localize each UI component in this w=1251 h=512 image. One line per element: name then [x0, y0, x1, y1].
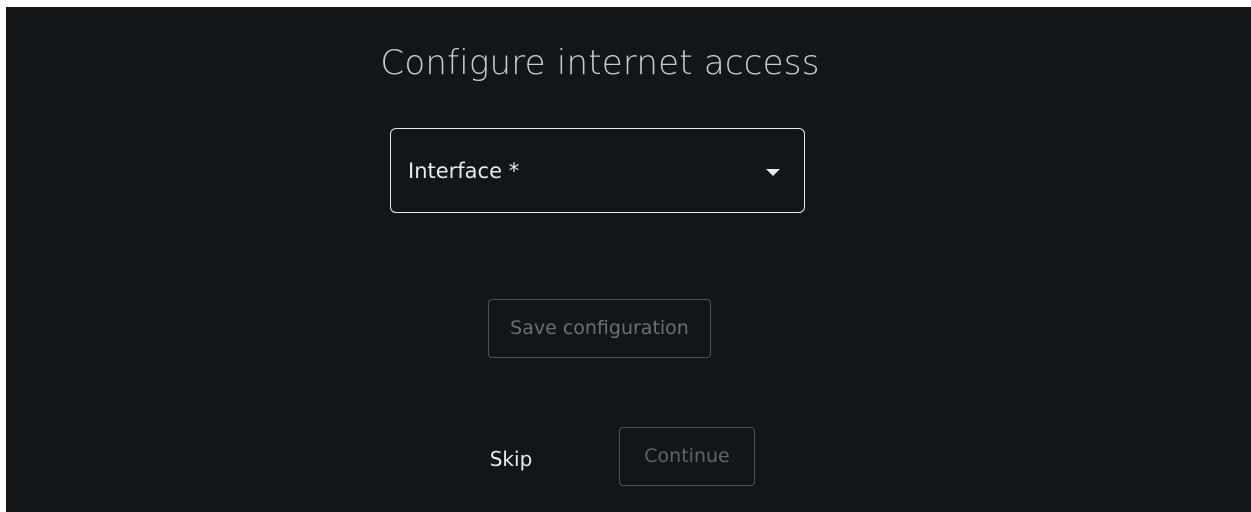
caret-down-icon	[766, 169, 780, 176]
skip-button[interactable]: Skip	[476, 445, 546, 473]
setup-panel: Configure internet access Interface * Sa…	[6, 7, 1251, 512]
page-title: Configure internet access	[380, 43, 820, 83]
save-configuration-button[interactable]: Save configuration	[488, 299, 711, 358]
interface-select[interactable]: Interface *	[390, 128, 805, 213]
continue-button[interactable]: Continue	[619, 427, 755, 486]
interface-select-label: Interface *	[408, 159, 520, 183]
